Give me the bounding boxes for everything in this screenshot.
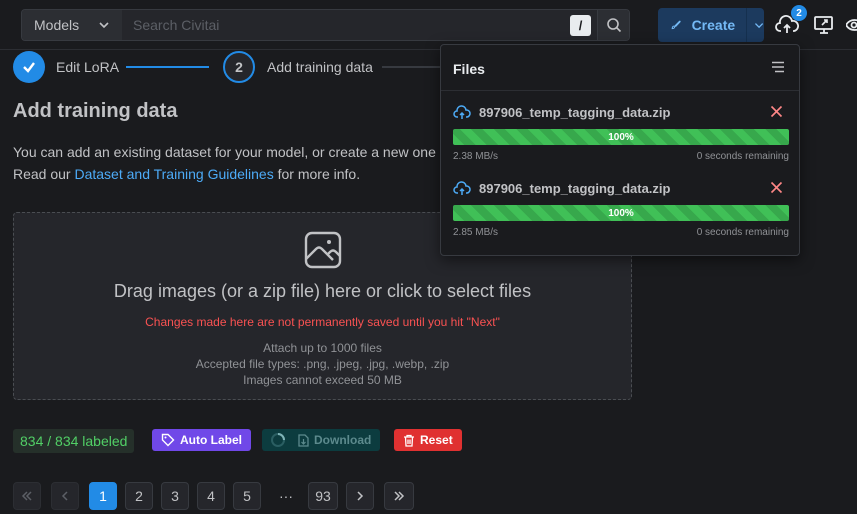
description-line-2: Read our Dataset and Training Guidelines… <box>13 166 360 182</box>
pagination-page-4[interactable]: 4 <box>197 482 225 510</box>
reset-button[interactable]: Reset <box>394 429 462 451</box>
list-menu-icon[interactable] <box>771 61 785 73</box>
create-button-label: Create <box>691 17 736 33</box>
auto-label-text: Auto Label <box>180 433 242 447</box>
files-title: Files <box>453 61 485 77</box>
loader-icon <box>271 433 285 447</box>
pagination-next-button[interactable] <box>346 482 374 510</box>
top-bar: Models / Create 2 <box>0 0 857 50</box>
pagination-page-3[interactable]: 3 <box>161 482 189 510</box>
upload-time-remaining: 0 seconds remaining <box>696 227 789 238</box>
dropzone-warning: Changes made here are not permanently sa… <box>145 315 500 329</box>
files-popover: Files 897906_temp_tagging_data.zip 100% … <box>440 44 800 256</box>
dropzone-info-size: Images cannot exceed 50 MB <box>243 373 402 387</box>
upload-progress-fill: 100% <box>453 129 789 145</box>
download-button[interactable]: Download <box>262 429 381 451</box>
pagination-page-2[interactable]: 2 <box>125 482 153 510</box>
chevron-left-icon <box>61 491 68 501</box>
step-connector-pending <box>382 66 440 68</box>
search-group: Models / <box>21 9 630 41</box>
chevrons-right-icon <box>394 491 405 501</box>
create-divider <box>746 8 747 42</box>
models-select[interactable]: Models <box>22 10 122 40</box>
search-input[interactable] <box>122 10 597 40</box>
labeled-count-badge: 834 / 834 labeled <box>13 429 135 453</box>
step-edit-lora-label: Edit LoRA <box>56 59 120 75</box>
brush-icon <box>671 20 681 30</box>
chevron-down-icon[interactable] <box>754 18 764 32</box>
chevrons-left-icon <box>21 491 32 501</box>
description-line-1: You can add an existing dataset for your… <box>13 144 436 160</box>
chevron-down-icon <box>99 22 109 29</box>
slash-shortcut-hint: / <box>570 15 591 36</box>
page-title: Add training data <box>13 100 178 122</box>
file-download-icon <box>298 433 309 447</box>
step-add-training-data-label: Add training data <box>267 59 373 75</box>
pagination-first-button[interactable] <box>13 482 41 510</box>
step-add-training-data-current: 2 <box>223 51 255 83</box>
chevron-right-icon <box>357 491 364 501</box>
search-button[interactable] <box>597 10 629 40</box>
pagination-ellipsis: ··· <box>279 488 293 504</box>
files-header: Files <box>441 45 799 91</box>
guidelines-link[interactable]: Dataset and Training Guidelines <box>74 166 273 182</box>
eye-off-icon[interactable] <box>846 14 857 36</box>
upload-count-badge: 2 <box>791 5 807 21</box>
upload-speed: 2.85 MB/s <box>453 227 499 238</box>
dropzone-title: Drag images (or a zip file) here or clic… <box>113 281 532 301</box>
close-icon[interactable] <box>770 105 783 118</box>
upload-time-remaining: 0 seconds remaining <box>696 151 789 162</box>
download-text: Download <box>314 433 372 447</box>
trash-icon <box>404 434 414 447</box>
file-name: 897906_temp_tagging_data.zip <box>479 105 671 120</box>
pagination-page-5[interactable]: 5 <box>233 482 261 510</box>
cloud-upload-icon <box>453 181 471 195</box>
upload-progress-bar: 100% <box>453 205 789 221</box>
search-icon <box>606 18 621 33</box>
pagination-page-last[interactable]: 93 <box>308 482 338 510</box>
auto-label-button[interactable]: Auto Label <box>152 429 251 451</box>
upload-progress-fill: 100% <box>453 205 789 221</box>
dropzone-info-types: Accepted file types: .png, .jpeg, .jpg, … <box>195 357 450 371</box>
pagination-last-button[interactable] <box>384 482 414 510</box>
monitor-arrow-icon[interactable] <box>813 14 835 36</box>
step-connector-complete <box>126 66 209 68</box>
cloud-upload-icon <box>453 105 471 119</box>
tag-icon <box>161 433 175 447</box>
description-prefix: Read our <box>13 166 75 182</box>
close-icon[interactable] <box>770 181 783 194</box>
file-name: 897906_temp_tagging_data.zip <box>479 181 671 196</box>
step-edit-lora-complete <box>13 51 45 83</box>
check-icon <box>23 62 35 73</box>
pagination-page-1[interactable]: 1 <box>89 482 117 510</box>
dropzone-info-limit: Attach up to 1000 files <box>263 341 382 355</box>
upload-speed: 2.38 MB/s <box>453 151 499 162</box>
description-suffix: for more info. <box>273 166 361 182</box>
photo-icon <box>304 231 342 269</box>
pagination-prev-button[interactable] <box>51 482 79 510</box>
upload-progress-bar: 100% <box>453 129 789 145</box>
create-button[interactable]: Create <box>658 8 764 42</box>
models-select-label: Models <box>34 17 80 33</box>
reset-text: Reset <box>420 433 453 447</box>
